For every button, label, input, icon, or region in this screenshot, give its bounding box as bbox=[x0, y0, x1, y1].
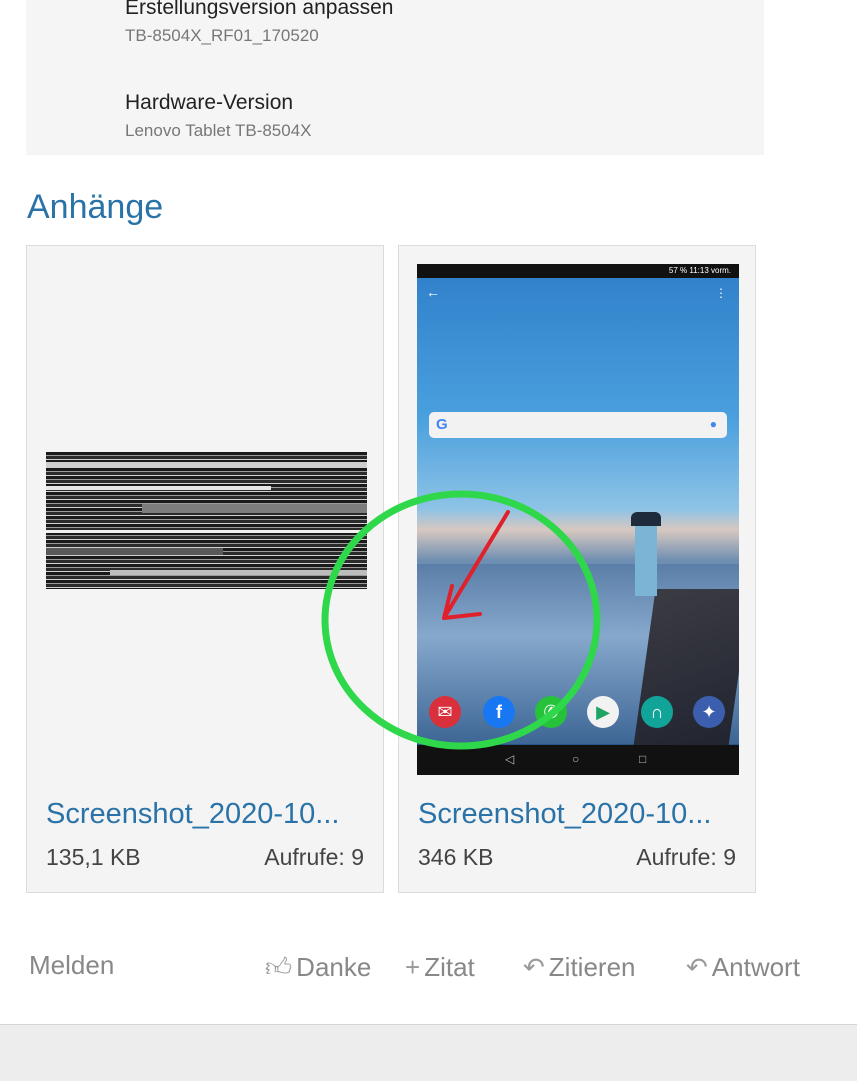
reply-label: Antwort bbox=[711, 952, 800, 982]
attachment-thumbnail[interactable]: 57 % 11:13 vorm. ← ⋮ G ● ✉ f ✆ ▶ ∩ ✦ ◁ ○… bbox=[417, 264, 739, 775]
thanks-button[interactable]: 👍︎ Danke bbox=[265, 952, 371, 983]
attachment-card[interactable]: Screenshot_2020-10... 135,1 KB Aufrufe: … bbox=[26, 245, 384, 893]
lighthouse-image bbox=[631, 512, 661, 596]
attachment-name-link[interactable]: Screenshot_2020-10... bbox=[46, 798, 368, 831]
whatsapp-icon: ✆ bbox=[535, 696, 567, 728]
nav-back-icon: ◁ bbox=[505, 752, 515, 766]
quote-plus-button[interactable]: + Zitat bbox=[405, 952, 475, 983]
thumbs-up-icon: 👍︎ bbox=[265, 952, 293, 982]
plus-icon: + bbox=[405, 952, 421, 982]
phone-time: 11:13 vorm. bbox=[689, 266, 731, 275]
phone-status-bar: 57 % 11:13 vorm. bbox=[417, 264, 739, 278]
attachment-size: 346 KB bbox=[418, 844, 494, 870]
game-app-icon: ✦ bbox=[693, 696, 725, 728]
back-arrow-icon: ← bbox=[426, 284, 440, 300]
footer-bar bbox=[0, 1024, 857, 1081]
play-store-icon: ▶ bbox=[587, 696, 619, 728]
phone-battery: 57 % bbox=[668, 266, 688, 275]
attachment-name-link[interactable]: Screenshot_2020-10... bbox=[418, 798, 740, 831]
reply-arrow-icon: ↶ bbox=[523, 952, 545, 982]
device-info-card: Erstellungsversion anpassen TB-8504X_RF0… bbox=[26, 0, 764, 155]
attachment-views: Aufrufe: 9 bbox=[264, 844, 364, 870]
mail-app-icon: ✉ bbox=[429, 696, 461, 728]
quote-plus-label: Zitat bbox=[424, 952, 475, 982]
attachment-size: 135,1 KB bbox=[46, 844, 141, 870]
more-vertical-icon: ⋮ bbox=[715, 286, 727, 300]
app-dock: ✉ f ✆ ▶ ∩ ✦ bbox=[417, 696, 739, 742]
hardware-version-label: Hardware-Version bbox=[125, 91, 294, 114]
quote-label: Zitieren bbox=[548, 952, 636, 982]
build-version-value: TB-8504X_RF01_170520 bbox=[125, 26, 319, 45]
mic-icon: ● bbox=[709, 417, 717, 431]
thanks-label: Danke bbox=[296, 952, 372, 982]
attachment-card[interactable]: 57 % 11:13 vorm. ← ⋮ G ● ✉ f ✆ ▶ ∩ ✦ ◁ ○… bbox=[398, 245, 756, 893]
google-icon: G bbox=[436, 416, 448, 433]
reply-button[interactable]: ↶ Antwort bbox=[686, 952, 800, 983]
facebook-icon: f bbox=[483, 696, 515, 728]
phone-nav-bar: ◁ ○ □ bbox=[417, 745, 739, 775]
nav-recents-icon: □ bbox=[639, 752, 647, 766]
build-version-label: Erstellungsversion anpassen bbox=[125, 0, 394, 19]
quote-button[interactable]: ↶ Zitieren bbox=[523, 952, 636, 983]
report-link[interactable]: Melden bbox=[29, 950, 114, 981]
attachment-thumbnail[interactable] bbox=[46, 452, 367, 589]
hardware-version-value: Lenovo Tablet TB-8504X bbox=[125, 121, 312, 140]
reply-arrow-icon: ↶ bbox=[686, 952, 708, 982]
attachment-views: Aufrufe: 9 bbox=[636, 844, 736, 870]
nav-home-icon: ○ bbox=[572, 752, 580, 766]
attachments-heading: Anhänge bbox=[27, 188, 164, 226]
phone-search-bar: G ● bbox=[429, 412, 727, 438]
app-icon: ∩ bbox=[641, 696, 673, 728]
